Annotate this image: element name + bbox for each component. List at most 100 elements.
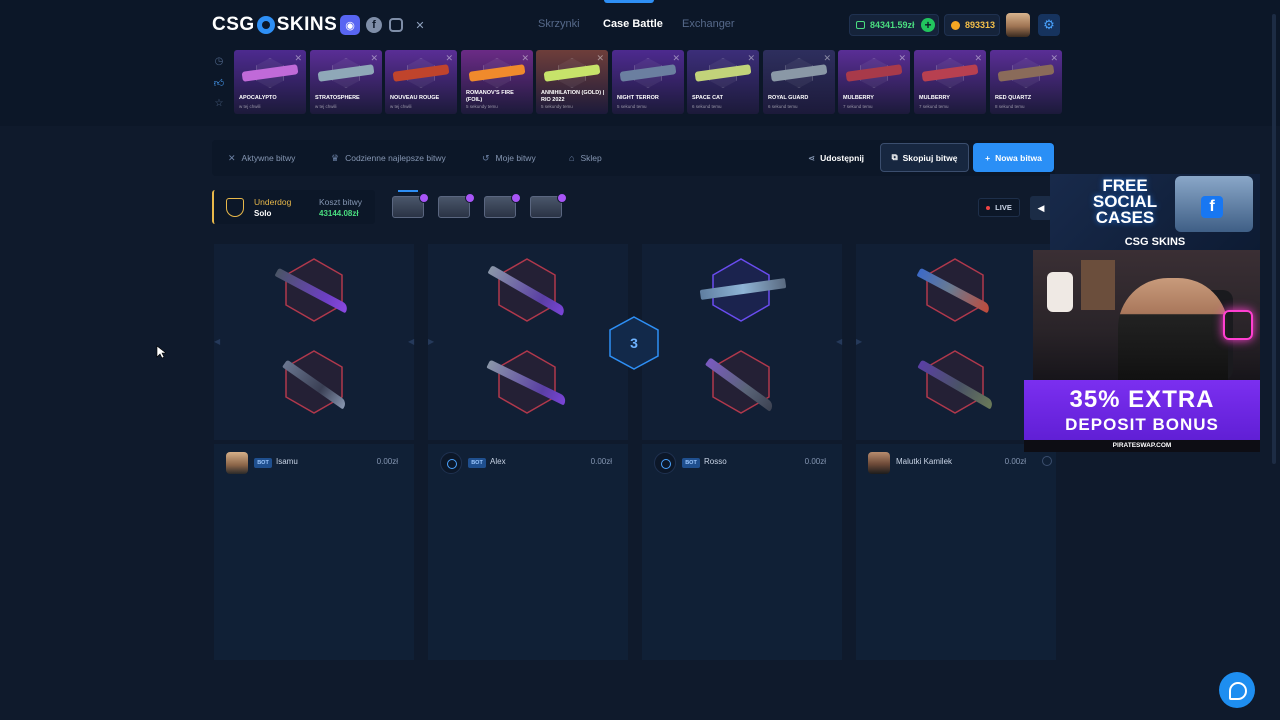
coins-display[interactable]: 893313 bbox=[944, 14, 1000, 36]
drop-time: 5 sekundy temu bbox=[541, 104, 573, 109]
case-source-icon: ✕ bbox=[747, 53, 755, 63]
plus-icon: + bbox=[985, 152, 991, 163]
wall-poster bbox=[1081, 260, 1115, 310]
reel-pointer-left: ◀ bbox=[214, 337, 221, 346]
swords-icon: ✕ bbox=[228, 152, 236, 163]
drop-card[interactable]: ✕ ROYAL GUARD 6 sekund temu bbox=[763, 50, 835, 114]
facebook-logo-icon: f bbox=[1201, 196, 1223, 218]
drop-item-name: MULBERRY bbox=[843, 95, 874, 101]
drop-time: 6 sekund temu bbox=[768, 104, 798, 109]
coins-value: 893313 bbox=[965, 20, 996, 30]
drop-card[interactable]: ✕ STRATOSPHERE w tej chwili bbox=[310, 50, 382, 114]
drop-card[interactable]: ✕ NOUVEAU ROUGE w tej chwili bbox=[385, 50, 457, 114]
drop-time: w tej chwili bbox=[390, 104, 412, 109]
current-case-indicator bbox=[398, 190, 418, 192]
bot-badge: BOT bbox=[682, 458, 700, 468]
nav-skrzynki[interactable]: Skrzynki bbox=[538, 0, 580, 48]
history-icon: ↺ bbox=[482, 152, 490, 163]
player-avatar[interactable] bbox=[226, 452, 248, 474]
tab-active-battles-label: Aktywne bitwy bbox=[241, 153, 296, 163]
drop-card[interactable]: ✕ RED QUARTZ 8 sekund temu bbox=[990, 50, 1062, 114]
drop-time: 7 sekund temu bbox=[919, 104, 949, 109]
star-icon[interactable]: ☆ bbox=[212, 98, 226, 119]
balance-display[interactable]: 84341.59zł + bbox=[849, 14, 939, 36]
player-card-2: BOT Alex 0.00zł bbox=[428, 444, 628, 660]
drop-card[interactable]: ✕ ANNIHILATION (GOLD) | RIO 2022 5 sekundy… bbox=[536, 50, 608, 114]
case-thumbnail[interactable] bbox=[438, 193, 475, 218]
deposit-bonus-banner: 35% EXTRA DEPOSIT BONUS PIRATESWAP.COM bbox=[1024, 380, 1260, 452]
case-source-icon: ✕ bbox=[445, 53, 453, 63]
nav-case-battle[interactable]: Case Battle bbox=[603, 0, 663, 48]
drop-time: w tej chwili bbox=[315, 104, 337, 109]
logo-text-right: SKINS bbox=[276, 14, 338, 35]
drop-card[interactable]: ✕ APOCALYPTO w tej chwili bbox=[234, 50, 306, 114]
instagram-icon[interactable] bbox=[389, 18, 403, 32]
share-button[interactable]: ⋖ Udostępnij bbox=[808, 140, 864, 176]
case-source-icon: ✕ bbox=[898, 53, 906, 63]
x-twitter-icon[interactable]: ✕ bbox=[412, 15, 428, 35]
tab-my-battles[interactable]: ↺ Moje bitwy bbox=[482, 140, 536, 176]
facebook-icon[interactable]: f bbox=[366, 17, 382, 33]
mute-icon[interactable] bbox=[1042, 456, 1052, 466]
case-thumbnail[interactable] bbox=[484, 193, 521, 218]
player-name: Isamu bbox=[276, 457, 298, 466]
tab-active-battles[interactable]: ✕ Aktywne bitwy bbox=[228, 140, 295, 176]
player-card-4: Malutki Kamilek 0.00zł bbox=[856, 444, 1056, 660]
tab-daily-best[interactable]: ♛ Codzienne najlepsze bitwy bbox=[331, 140, 446, 176]
page-scrollbar[interactable] bbox=[1272, 14, 1276, 464]
drop-card[interactable]: ✕ MULBERRY 7 sekund temu bbox=[914, 50, 986, 114]
drop-card[interactable]: ✕ NIGHT TERROR 5 sekund temu bbox=[612, 50, 684, 114]
mouse-cursor-icon bbox=[156, 345, 166, 359]
promo-line-3: CASES bbox=[1095, 208, 1155, 227]
drop-time: 7 sekund temu bbox=[843, 104, 873, 109]
drop-item-name: SPACE CAT bbox=[692, 95, 723, 101]
bot-badge: BOT bbox=[468, 458, 486, 468]
copy-battle-button[interactable]: ⧉ Skopiuj bitwę bbox=[880, 143, 969, 172]
bonus-site: PIRATESWAP.COM bbox=[1024, 440, 1260, 452]
player-name: Alex bbox=[490, 457, 506, 466]
battle-mode: Underdog bbox=[254, 197, 292, 207]
thumbs-up-icon[interactable]: 👍︎ bbox=[212, 77, 226, 98]
shield-icon bbox=[226, 198, 244, 217]
drop-card[interactable]: ✕ SPACE CAT 6 sekund temu bbox=[687, 50, 759, 114]
bonus-headline: 35% EXTRA bbox=[1069, 386, 1215, 413]
clock-icon[interactable]: ◷ bbox=[212, 56, 226, 77]
live-dot-icon bbox=[986, 205, 991, 210]
player-value: 0.00zł bbox=[1004, 457, 1026, 466]
discord-icon[interactable]: ◉ bbox=[340, 15, 360, 35]
drop-card[interactable]: ✕ ROMANOV'S FIRE (FOIL) 5 sekundy temu bbox=[461, 50, 533, 114]
copy-icon: ⧉ bbox=[891, 152, 898, 162]
user-avatar[interactable] bbox=[1006, 13, 1030, 37]
new-battle-button[interactable]: + Nowa bitwa bbox=[973, 143, 1054, 172]
case-source-icon: ✕ bbox=[370, 53, 378, 63]
copy-battle-label: Skopiuj bitwę bbox=[902, 152, 958, 163]
player-avatar[interactable] bbox=[868, 452, 890, 474]
wallet-icon bbox=[856, 21, 865, 29]
deposit-plus-button[interactable]: + bbox=[921, 18, 935, 32]
drops-filter-icons: ◷ 👍︎ ☆ bbox=[212, 56, 226, 119]
tab-shop[interactable]: ⌂ Sklep bbox=[569, 140, 602, 176]
tab-daily-best-label: Codzienne najlepsze bitwy bbox=[345, 153, 446, 163]
live-badge[interactable]: LIVE bbox=[978, 198, 1020, 217]
basket-icon: ⌂ bbox=[569, 153, 575, 163]
round-number: 3 bbox=[630, 335, 638, 351]
player-value: 0.00zł bbox=[804, 457, 826, 466]
case-thumbnail[interactable] bbox=[392, 193, 429, 218]
case-thumbnail[interactable] bbox=[530, 193, 567, 218]
drop-card[interactable]: ✕ MULBERRY 7 sekund temu bbox=[838, 50, 910, 114]
sound-toggle-icon[interactable]: ◀ bbox=[1030, 196, 1052, 220]
drop-item-name: APOCALYPTO bbox=[239, 95, 277, 101]
settings-gear-icon[interactable]: ⚙ bbox=[1038, 14, 1060, 36]
nav-exchanger[interactable]: Exchanger bbox=[682, 0, 735, 48]
player-card-1: BOT Isamu 0.00zł bbox=[214, 444, 414, 660]
live-chat-icon[interactable] bbox=[1219, 672, 1255, 708]
drop-time: 5 sekundy temu bbox=[466, 104, 498, 109]
bonus-subline: DEPOSIT BONUS bbox=[1065, 415, 1219, 434]
battle-info-panel: Underdog Solo Koszt bitwy 43144.08zł bbox=[212, 190, 375, 224]
site-logo[interactable]: CSG SKINS bbox=[212, 14, 337, 36]
active-nav-indicator bbox=[604, 0, 654, 3]
drop-time: 8 sekund temu bbox=[995, 104, 1025, 109]
case-box-image: f bbox=[1175, 176, 1253, 232]
reel-pointer-left: ▶ bbox=[856, 337, 863, 346]
player-value: 0.00zł bbox=[590, 457, 612, 466]
